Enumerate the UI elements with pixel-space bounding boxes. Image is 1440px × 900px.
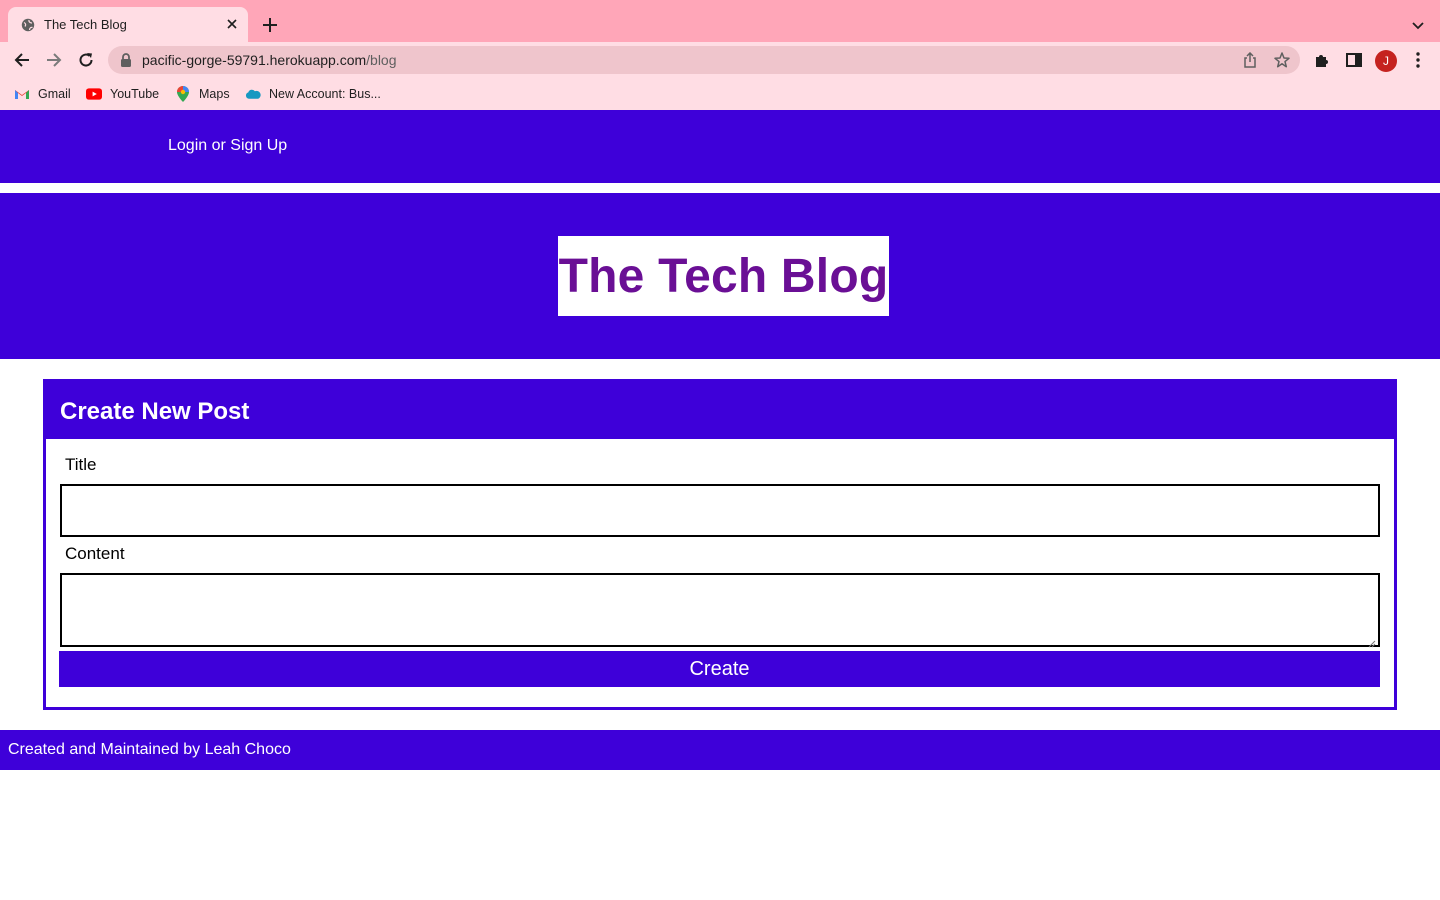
extensions-puzzle-icon[interactable] bbox=[1311, 49, 1333, 71]
new-tab-plus-icon[interactable] bbox=[260, 15, 280, 35]
more-menu-icon[interactable] bbox=[1407, 49, 1429, 71]
bookmark-maps[interactable]: Maps bbox=[175, 85, 230, 103]
tab-title: The Tech Blog bbox=[44, 17, 127, 32]
globe-icon bbox=[21, 18, 35, 32]
site-footer: Created and Maintained by Leah Choco bbox=[0, 730, 1440, 770]
chevron-down-icon[interactable] bbox=[1408, 16, 1428, 36]
bookmark-label: New Account: Bus... bbox=[269, 87, 381, 101]
close-icon[interactable] bbox=[224, 16, 240, 32]
tab-strip: The Tech Blog bbox=[0, 0, 1440, 42]
url-text[interactable]: pacific-gorge-59791.herokuapp.com/blog bbox=[142, 52, 397, 68]
salesforce-cloud-icon bbox=[245, 86, 261, 102]
bookmark-youtube[interactable]: YouTube bbox=[86, 85, 159, 103]
footer-credit: Created and Maintained by Leah Choco bbox=[8, 741, 291, 758]
bookmark-label: Gmail bbox=[38, 87, 71, 101]
profile-avatar[interactable]: J bbox=[1375, 50, 1397, 72]
address-bar[interactable]: pacific-gorge-59791.herokuapp.com/blog bbox=[108, 46, 1300, 74]
bookmark-label: YouTube bbox=[110, 87, 160, 101]
resize-grip-icon[interactable] bbox=[1368, 635, 1376, 648]
url-path: /blog bbox=[366, 52, 397, 68]
url-host: pacific-gorge-59791.herokuapp.com bbox=[142, 52, 367, 68]
create-button[interactable]: Create bbox=[59, 651, 1380, 687]
title-label: Title bbox=[65, 455, 97, 474]
page-title: The Tech Blog bbox=[558, 249, 889, 303]
hero-banner: The Tech Blog bbox=[0, 193, 1440, 359]
login-signup-link[interactable]: Login or Sign Up bbox=[168, 137, 287, 155]
card-header: Create New Post bbox=[46, 382, 1394, 439]
bookmark-gmail[interactable]: Gmail bbox=[14, 85, 71, 103]
bookmark-label: Maps bbox=[199, 87, 230, 101]
side-panel-icon[interactable] bbox=[1343, 49, 1365, 71]
bookmark-new-account[interactable]: New Account: Bus... bbox=[245, 85, 381, 103]
youtube-icon bbox=[86, 86, 102, 102]
content-textarea[interactable] bbox=[60, 573, 1380, 648]
reload-icon[interactable] bbox=[75, 49, 97, 71]
browser-tab[interactable]: The Tech Blog bbox=[8, 7, 248, 42]
create-post-heading: Create New Post bbox=[60, 398, 250, 425]
hero-title-box: The Tech Blog bbox=[558, 236, 889, 316]
site-navbar: Login or Sign Up bbox=[0, 110, 1440, 183]
content-label: Content bbox=[65, 544, 125, 563]
page-content: Login or Sign Up The Tech Blog Create Ne… bbox=[0, 110, 1440, 900]
lock-icon[interactable] bbox=[120, 53, 132, 67]
maps-icon bbox=[175, 86, 191, 102]
create-post-card: Create New Post Title Content Create bbox=[43, 379, 1397, 710]
back-arrow-icon[interactable] bbox=[11, 49, 33, 71]
bookmarks-bar: Gmail YouTube Maps New Account: Bus... bbox=[0, 78, 1440, 110]
share-icon[interactable] bbox=[1241, 51, 1259, 69]
title-input[interactable] bbox=[60, 484, 1380, 537]
browser-toolbar: pacific-gorge-59791.herokuapp.com/blog J bbox=[0, 42, 1440, 78]
forward-arrow-icon[interactable] bbox=[43, 49, 65, 71]
gmail-icon bbox=[14, 86, 30, 102]
bookmark-star-icon[interactable] bbox=[1273, 51, 1291, 69]
